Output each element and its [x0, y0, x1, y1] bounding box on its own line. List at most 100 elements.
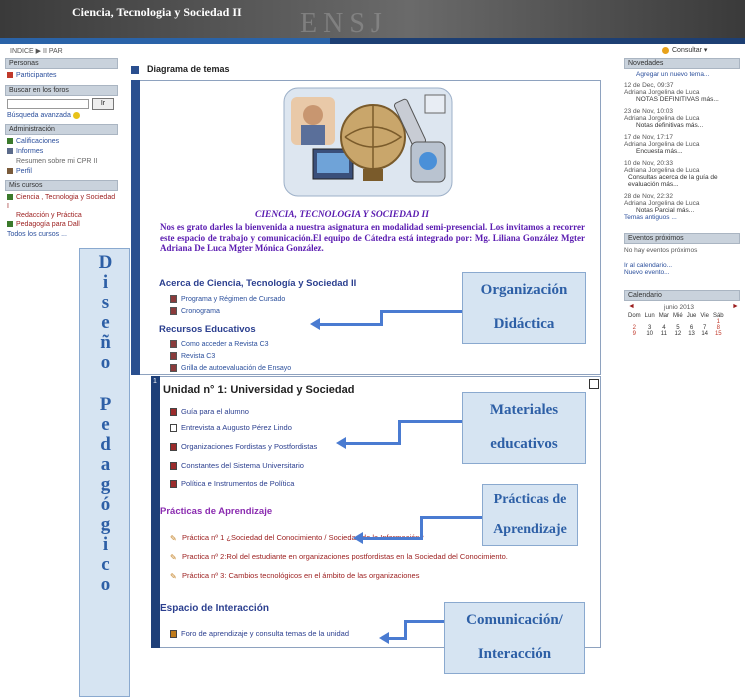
- practice-label: Práctica nº 3: Cambios tecnológicos en e…: [182, 571, 420, 580]
- news-subject[interactable]: NOTAS DEFINITIVAS más...: [624, 96, 740, 103]
- calendar-day[interactable]: 11: [657, 331, 671, 337]
- news-date: 28 de Nov, 22:32: [624, 193, 674, 200]
- block-header-novedades: Novedades: [624, 58, 740, 69]
- arrowhead-icon: [336, 437, 346, 449]
- news-author: Adriana Jorgelina de Luca: [624, 200, 700, 207]
- vertical-letter: a: [100, 454, 111, 475]
- callout-comunicacion-interaccion: Comunicación/ Interacción: [444, 602, 585, 674]
- all-courses-link[interactable]: Todos los cursos ...: [7, 230, 118, 239]
- calendar-day[interactable]: 15: [711, 331, 726, 337]
- section-1-marker: [151, 376, 160, 648]
- resource-item[interactable]: Cronograma: [170, 307, 220, 315]
- document-icon: [170, 295, 177, 303]
- news-subject[interactable]: Notas Parcial más...: [624, 207, 740, 214]
- collapse-toggle-icon[interactable]: [589, 379, 599, 389]
- search-input[interactable]: [7, 99, 89, 109]
- news-subject[interactable]: Encuesta más...: [624, 148, 740, 155]
- sidebar-item-label: Participantes: [16, 72, 57, 79]
- sidebar-item-curso-2[interactable]: Redacción y Práctica: [16, 211, 118, 220]
- news-author: Adriana Jorgelina de Luca: [624, 115, 700, 122]
- vertical-letter: e: [101, 414, 110, 435]
- news-author: Adriana Jorgelina de Luca: [624, 89, 700, 96]
- assignment-icon: ✎: [170, 572, 177, 582]
- resource-item[interactable]: Revista C3: [170, 352, 215, 360]
- next-month-icon[interactable]: ►: [732, 303, 739, 310]
- acerca-heading: Acerca de Ciencia, Tecnología y Sociedad…: [159, 278, 357, 289]
- language-selector[interactable]: Consultar ▾: [662, 46, 707, 54]
- calendar-week-row: 9 10 11 12 13 14 15: [626, 331, 726, 337]
- sidebar-item-participantes[interactable]: Participantes: [7, 71, 118, 80]
- practice-item[interactable]: ✎ Práctica nº 3: Cambios tecnológicos en …: [170, 571, 420, 582]
- document-icon: [170, 408, 177, 417]
- resource-label: Guía para el alumno: [181, 407, 249, 416]
- sidebar-item-label: Calificaciones: [16, 138, 60, 145]
- unit-resource[interactable]: Organizaciones Fordistas y Postfordistas: [170, 442, 317, 452]
- resource-label: Grilla de autoevaluación de Ensayo: [181, 364, 292, 372]
- callout-materiales-educativos: Materiales educativos: [462, 392, 586, 464]
- callout-practicas-aprendizaje: Prácticas de Aprendizaje: [482, 484, 578, 546]
- callout-line: Materiales: [489, 402, 559, 418]
- calendar-day[interactable]: 14: [698, 331, 711, 337]
- sidebar-item-label: Pedagogía para Dall: [16, 221, 80, 228]
- calendar-link[interactable]: Ir al calendario...: [624, 262, 740, 269]
- arrow-practicas-h2: [420, 516, 482, 519]
- document-icon: [170, 340, 177, 348]
- sidebar-item-perfil[interactable]: Perfil: [7, 167, 118, 176]
- sidebar-item-informes[interactable]: Informes: [7, 147, 118, 156]
- block-header-calendario: Calendario: [624, 290, 740, 301]
- help-icon[interactable]: [72, 111, 80, 119]
- unit-resource[interactable]: Política e Instrumentos de Política: [170, 479, 294, 489]
- callout-line: Comunicación/: [466, 612, 563, 628]
- unit-resource[interactable]: Constantes del Sistema Universitario: [170, 461, 304, 471]
- callout-line: Aprendizaje: [493, 522, 567, 537]
- resource-label: Cronograma: [181, 307, 220, 315]
- resource-item[interactable]: Programa y Régimen de Cursado: [170, 295, 285, 303]
- advanced-search-link[interactable]: Búsqueda avanzada: [7, 111, 118, 120]
- sidebar-item-curso-1[interactable]: Ciencia , Tecnologia y Sociedad I: [7, 193, 118, 211]
- sidebar-item-calificaciones[interactable]: Calificaciones: [7, 137, 118, 146]
- left-column: Personas Participantes Buscar en los for…: [5, 58, 118, 239]
- block-header-buscar: Buscar en los foros: [5, 85, 118, 96]
- sidebar-item-resumen[interactable]: Resumen sobre mi CPR II: [16, 157, 118, 166]
- vertical-letter: i: [102, 272, 109, 293]
- resource-item[interactable]: Grilla de autoevaluación de Ensayo: [170, 364, 291, 372]
- prev-month-icon[interactable]: ◄: [628, 303, 635, 310]
- calendar-day[interactable]: 9: [626, 331, 643, 337]
- news-subject[interactable]: Notas definitivas más...: [624, 122, 740, 129]
- practice-label: Practica nº 2:Rol del estudiante en orga…: [182, 552, 508, 561]
- welcome-text: Nos es grato darles la bienvenida a nues…: [160, 222, 585, 253]
- page-title: Diagrama de temas: [147, 64, 230, 74]
- news-subject[interactable]: Consultas acerca de la guía de evaluació…: [624, 174, 740, 188]
- forum-item[interactable]: Foro de aprendizaje y consulta temas de …: [170, 629, 350, 639]
- older-topics-link[interactable]: Temas antiguos ...: [624, 214, 740, 221]
- vertical-letter: e: [101, 312, 110, 333]
- course-title[interactable]: Ciencia, Tecnologia y Sociedad II: [72, 5, 242, 20]
- calendar-day[interactable]: 12: [671, 331, 685, 337]
- interaccion-heading: Espacio de Interacción: [160, 603, 269, 614]
- calendar-day-name: Lun: [644, 313, 655, 319]
- vertical-letter: P: [99, 394, 112, 415]
- news-date: 10 de Nov, 20:33: [624, 160, 674, 167]
- resource-item[interactable]: Como acceder a Revista C3: [170, 340, 269, 348]
- unit-resource[interactable]: Entrevista a Augusto Pérez Lindo: [170, 423, 292, 433]
- block-header-admin: Administración: [5, 124, 118, 135]
- sidebar-item-curso-3[interactable]: Pedagogía para Dall: [7, 220, 118, 229]
- resource-label: Programa y Régimen de Cursado: [181, 295, 286, 303]
- new-event-link[interactable]: Nuevo evento...: [624, 269, 740, 276]
- assignment-icon: ✎: [170, 553, 177, 563]
- news-date: 12 de Dec, 09:37: [624, 82, 674, 89]
- arrow-organizacion-h2: [380, 310, 462, 313]
- unit-resource[interactable]: Guía para el alumno: [170, 407, 249, 417]
- breadcrumb[interactable]: INDICE ▶ II PAR: [10, 47, 63, 55]
- section-number: 1: [153, 378, 157, 385]
- forum-label: Foro de aprendizaje y consulta temas de …: [181, 629, 350, 638]
- search-button[interactable]: Ir: [92, 98, 114, 110]
- calendar-day[interactable]: 13: [685, 331, 699, 337]
- callout-line: Interacción: [477, 646, 552, 662]
- practice-item[interactable]: ✎ Practica nº 2:Rol del estudiante en org…: [170, 552, 508, 563]
- profile-icon: [7, 168, 13, 175]
- heading-square-icon: [131, 66, 139, 74]
- forum-icon: [170, 630, 177, 639]
- calendar-day[interactable]: 10: [643, 331, 657, 337]
- add-topic-link[interactable]: Agregar un nuevo tema...: [636, 71, 740, 78]
